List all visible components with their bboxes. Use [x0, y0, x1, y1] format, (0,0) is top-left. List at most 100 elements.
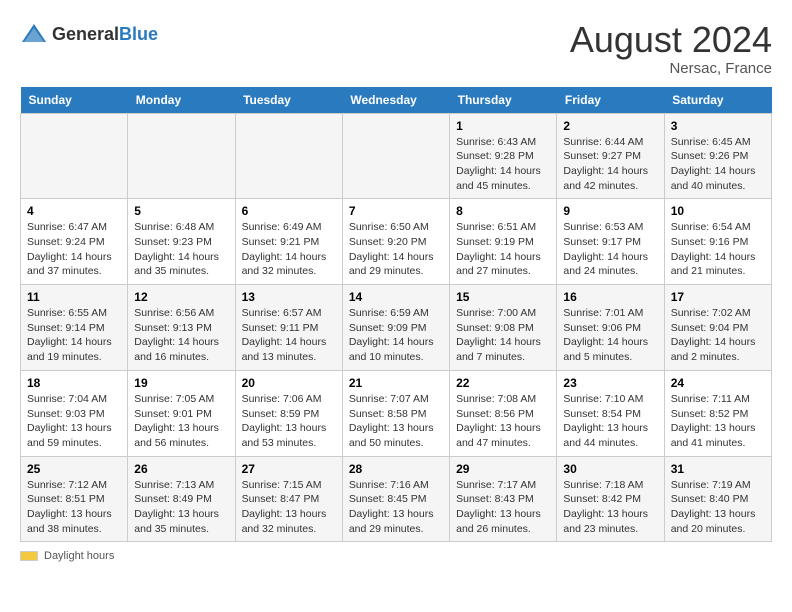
calendar-cell: 7 Sunrise: 6:50 AMSunset: 9:20 PMDaylight… — [342, 199, 449, 285]
day-number: 5 — [134, 204, 228, 218]
day-number: 4 — [27, 204, 121, 218]
footer: Daylight hours — [20, 550, 772, 562]
calendar-cell: 31 Sunrise: 7:19 AMSunset: 8:40 PMDayligh… — [664, 456, 771, 542]
weekday-header-tuesday: Tuesday — [235, 87, 342, 114]
calendar-cell: 9 Sunrise: 6:53 AMSunset: 9:17 PMDaylight… — [557, 199, 664, 285]
calendar-cell: 10 Sunrise: 6:54 AMSunset: 9:16 PMDayligh… — [664, 199, 771, 285]
day-info: Sunrise: 6:48 AMSunset: 9:23 PMDaylight:… — [134, 220, 228, 279]
day-number: 21 — [349, 376, 443, 390]
weekday-header-friday: Friday — [557, 87, 664, 114]
calendar-cell: 2 Sunrise: 6:44 AMSunset: 9:27 PMDaylight… — [557, 113, 664, 199]
day-info: Sunrise: 7:10 AMSunset: 8:54 PMDaylight:… — [563, 392, 657, 451]
calendar-cell: 1 Sunrise: 6:43 AMSunset: 9:28 PMDaylight… — [450, 113, 557, 199]
day-number: 31 — [671, 462, 765, 476]
day-info: Sunrise: 7:02 AMSunset: 9:04 PMDaylight:… — [671, 306, 765, 365]
day-number: 9 — [563, 204, 657, 218]
calendar-cell: 20Sunrise: 7:06 AMSunset: 8:59 PMDayligh… — [235, 370, 342, 456]
calendar-week-row: 4 Sunrise: 6:47 AMSunset: 9:24 PMDaylight… — [21, 199, 772, 285]
day-number: 25 — [27, 462, 121, 476]
day-number: 11 — [27, 290, 121, 304]
day-number: 13 — [242, 290, 336, 304]
calendar-week-row: 11 Sunrise: 6:55 AMSunset: 9:14 PMDayligh… — [21, 285, 772, 371]
day-number: 24 — [671, 376, 765, 390]
calendar-cell — [235, 113, 342, 199]
day-number: 8 — [456, 204, 550, 218]
page-header: GeneralBlue August 2024 Nersac, France — [20, 20, 772, 77]
day-info: Sunrise: 6:50 AMSunset: 9:20 PMDaylight:… — [349, 220, 443, 279]
day-number: 17 — [671, 290, 765, 304]
day-number: 23 — [563, 376, 657, 390]
day-info: Sunrise: 7:05 AMSunset: 9:01 PMDaylight:… — [134, 392, 228, 451]
calendar-cell: 26Sunrise: 7:13 AMSunset: 8:49 PMDayligh… — [128, 456, 235, 542]
calendar-cell: 25 Sunrise: 7:12 AMSunset: 8:51 PMDayligh… — [21, 456, 128, 542]
day-number: 28 — [349, 462, 443, 476]
weekday-header-saturday: Saturday — [664, 87, 771, 114]
calendar-cell: 3Sunrise: 6:45 AMSunset: 9:26 PMDaylight… — [664, 113, 771, 199]
day-number: 10 — [671, 204, 765, 218]
calendar-cell — [342, 113, 449, 199]
day-number: 2 — [563, 119, 657, 133]
day-info: Sunrise: 7:18 AMSunset: 8:42 PMDaylight:… — [563, 478, 657, 537]
calendar-cell: 16 Sunrise: 7:01 AMSunset: 9:06 PMDayligh… — [557, 285, 664, 371]
day-number: 19 — [134, 376, 228, 390]
day-number: 1 — [456, 119, 550, 133]
day-info: Sunrise: 6:47 AMSunset: 9:24 PMDaylight:… — [27, 220, 121, 279]
calendar-cell: 11 Sunrise: 6:55 AMSunset: 9:14 PMDayligh… — [21, 285, 128, 371]
day-info: Sunrise: 7:04 AMSunset: 9:03 PMDaylight:… — [27, 392, 121, 451]
day-info: Sunrise: 6:44 AMSunset: 9:27 PMDaylight:… — [563, 135, 657, 194]
calendar-cell: 12 Sunrise: 6:56 AMSunset: 9:13 PMDayligh… — [128, 285, 235, 371]
day-number: 16 — [563, 290, 657, 304]
day-number: 12 — [134, 290, 228, 304]
calendar-cell: 24 Sunrise: 7:11 AMSunset: 8:52 PMDayligh… — [664, 370, 771, 456]
day-info: Sunrise: 6:54 AMSunset: 9:16 PMDaylight:… — [671, 220, 765, 279]
calendar-cell: 6Sunrise: 6:49 AMSunset: 9:21 PMDaylight… — [235, 199, 342, 285]
logo: GeneralBlue — [20, 20, 158, 48]
day-info: Sunrise: 7:00 AMSunset: 9:08 PMDaylight:… — [456, 306, 550, 365]
day-info: Sunrise: 7:19 AMSunset: 8:40 PMDaylight:… — [671, 478, 765, 537]
calendar-cell: 19 Sunrise: 7:05 AMSunset: 9:01 PMDayligh… — [128, 370, 235, 456]
day-info: Sunrise: 6:53 AMSunset: 9:17 PMDaylight:… — [563, 220, 657, 279]
day-info: Sunrise: 6:43 AMSunset: 9:28 PMDaylight:… — [456, 135, 550, 194]
day-info: Sunrise: 7:16 AMSunset: 8:45 PMDaylight:… — [349, 478, 443, 537]
calendar-cell — [128, 113, 235, 199]
day-number: 30 — [563, 462, 657, 476]
calendar-cell: 21 Sunrise: 7:07 AMSunset: 8:58 PMDayligh… — [342, 370, 449, 456]
calendar-week-row: 25 Sunrise: 7:12 AMSunset: 8:51 PMDayligh… — [21, 456, 772, 542]
calendar-cell: 8Sunrise: 6:51 AMSunset: 9:19 PMDaylight… — [450, 199, 557, 285]
calendar-cell: 30 Sunrise: 7:18 AMSunset: 8:42 PMDayligh… — [557, 456, 664, 542]
day-number: 22 — [456, 376, 550, 390]
day-number: 3 — [671, 119, 765, 133]
day-info: Sunrise: 6:56 AMSunset: 9:13 PMDaylight:… — [134, 306, 228, 365]
weekday-header-row: SundayMondayTuesdayWednesdayThursdayFrid… — [21, 87, 772, 114]
calendar-week-row: 18Sunrise: 7:04 AMSunset: 9:03 PMDayligh… — [21, 370, 772, 456]
weekday-header-monday: Monday — [128, 87, 235, 114]
weekday-header-sunday: Sunday — [21, 87, 128, 114]
calendar-cell: 18Sunrise: 7:04 AMSunset: 9:03 PMDayligh… — [21, 370, 128, 456]
day-info: Sunrise: 7:07 AMSunset: 8:58 PMDaylight:… — [349, 392, 443, 451]
day-number: 14 — [349, 290, 443, 304]
day-number: 7 — [349, 204, 443, 218]
logo-text-general: General — [52, 24, 119, 44]
weekday-header-thursday: Thursday — [450, 87, 557, 114]
title-block: August 2024 Nersac, France — [570, 20, 772, 77]
daylight-hours-label: Daylight hours — [44, 550, 114, 562]
day-info: Sunrise: 7:12 AMSunset: 8:51 PMDaylight:… — [27, 478, 121, 537]
day-info: Sunrise: 6:55 AMSunset: 9:14 PMDaylight:… — [27, 306, 121, 365]
calendar-cell: 29 Sunrise: 7:17 AMSunset: 8:43 PMDayligh… — [450, 456, 557, 542]
calendar-cell: 28 Sunrise: 7:16 AMSunset: 8:45 PMDayligh… — [342, 456, 449, 542]
day-number: 20 — [242, 376, 336, 390]
day-info: Sunrise: 7:17 AMSunset: 8:43 PMDaylight:… — [456, 478, 550, 537]
day-info: Sunrise: 7:15 AMSunset: 8:47 PMDaylight:… — [242, 478, 336, 537]
daylight-bar-icon — [20, 551, 38, 561]
calendar-cell: 17 Sunrise: 7:02 AMSunset: 9:04 PMDayligh… — [664, 285, 771, 371]
calendar-table: SundayMondayTuesdayWednesdayThursdayFrid… — [20, 87, 772, 543]
calendar-cell: 13Sunrise: 6:57 AMSunset: 9:11 PMDayligh… — [235, 285, 342, 371]
day-number: 29 — [456, 462, 550, 476]
calendar-cell: 5 Sunrise: 6:48 AMSunset: 9:23 PMDaylight… — [128, 199, 235, 285]
location-subtitle: Nersac, France — [570, 60, 772, 77]
calendar-cell — [21, 113, 128, 199]
day-number: 27 — [242, 462, 336, 476]
day-info: Sunrise: 7:01 AMSunset: 9:06 PMDaylight:… — [563, 306, 657, 365]
day-info: Sunrise: 7:11 AMSunset: 8:52 PMDaylight:… — [671, 392, 765, 451]
calendar-cell: 27 Sunrise: 7:15 AMSunset: 8:47 PMDayligh… — [235, 456, 342, 542]
